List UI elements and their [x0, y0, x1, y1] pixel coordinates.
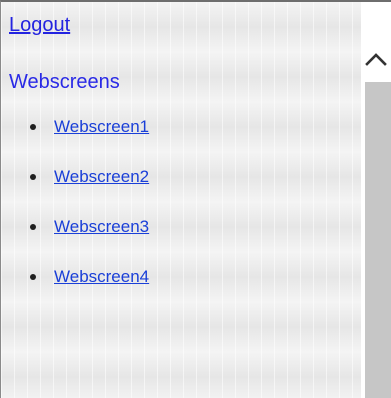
list-item: Webscreen3 — [1, 214, 301, 240]
chevron-up-icon — [365, 53, 387, 66]
webscreen4-link[interactable]: Webscreen4 — [54, 267, 149, 287]
list-item: Webscreen4 — [1, 264, 301, 290]
navigation-panel: Logout Webscreens Webscreen1 Webscreen2 … — [1, 2, 361, 398]
webscreen1-link[interactable]: Webscreen1 — [54, 117, 149, 137]
bullet-icon — [30, 174, 36, 180]
webscreen2-link[interactable]: Webscreen2 — [54, 167, 149, 187]
list-item: Webscreen2 — [1, 164, 301, 190]
scroll-up-button[interactable] — [361, 36, 391, 82]
webscreen3-link[interactable]: Webscreen3 — [54, 217, 149, 237]
logout-link[interactable]: Logout — [9, 14, 70, 37]
webscreens-heading: Webscreens — [9, 71, 120, 93]
vertical-scrollbar[interactable] — [361, 2, 391, 398]
bullet-icon — [30, 224, 36, 230]
list-item: Webscreen1 — [1, 114, 301, 140]
bullet-icon — [30, 274, 36, 280]
bullet-icon — [30, 124, 36, 130]
scrollbar-track[interactable] — [365, 82, 391, 398]
